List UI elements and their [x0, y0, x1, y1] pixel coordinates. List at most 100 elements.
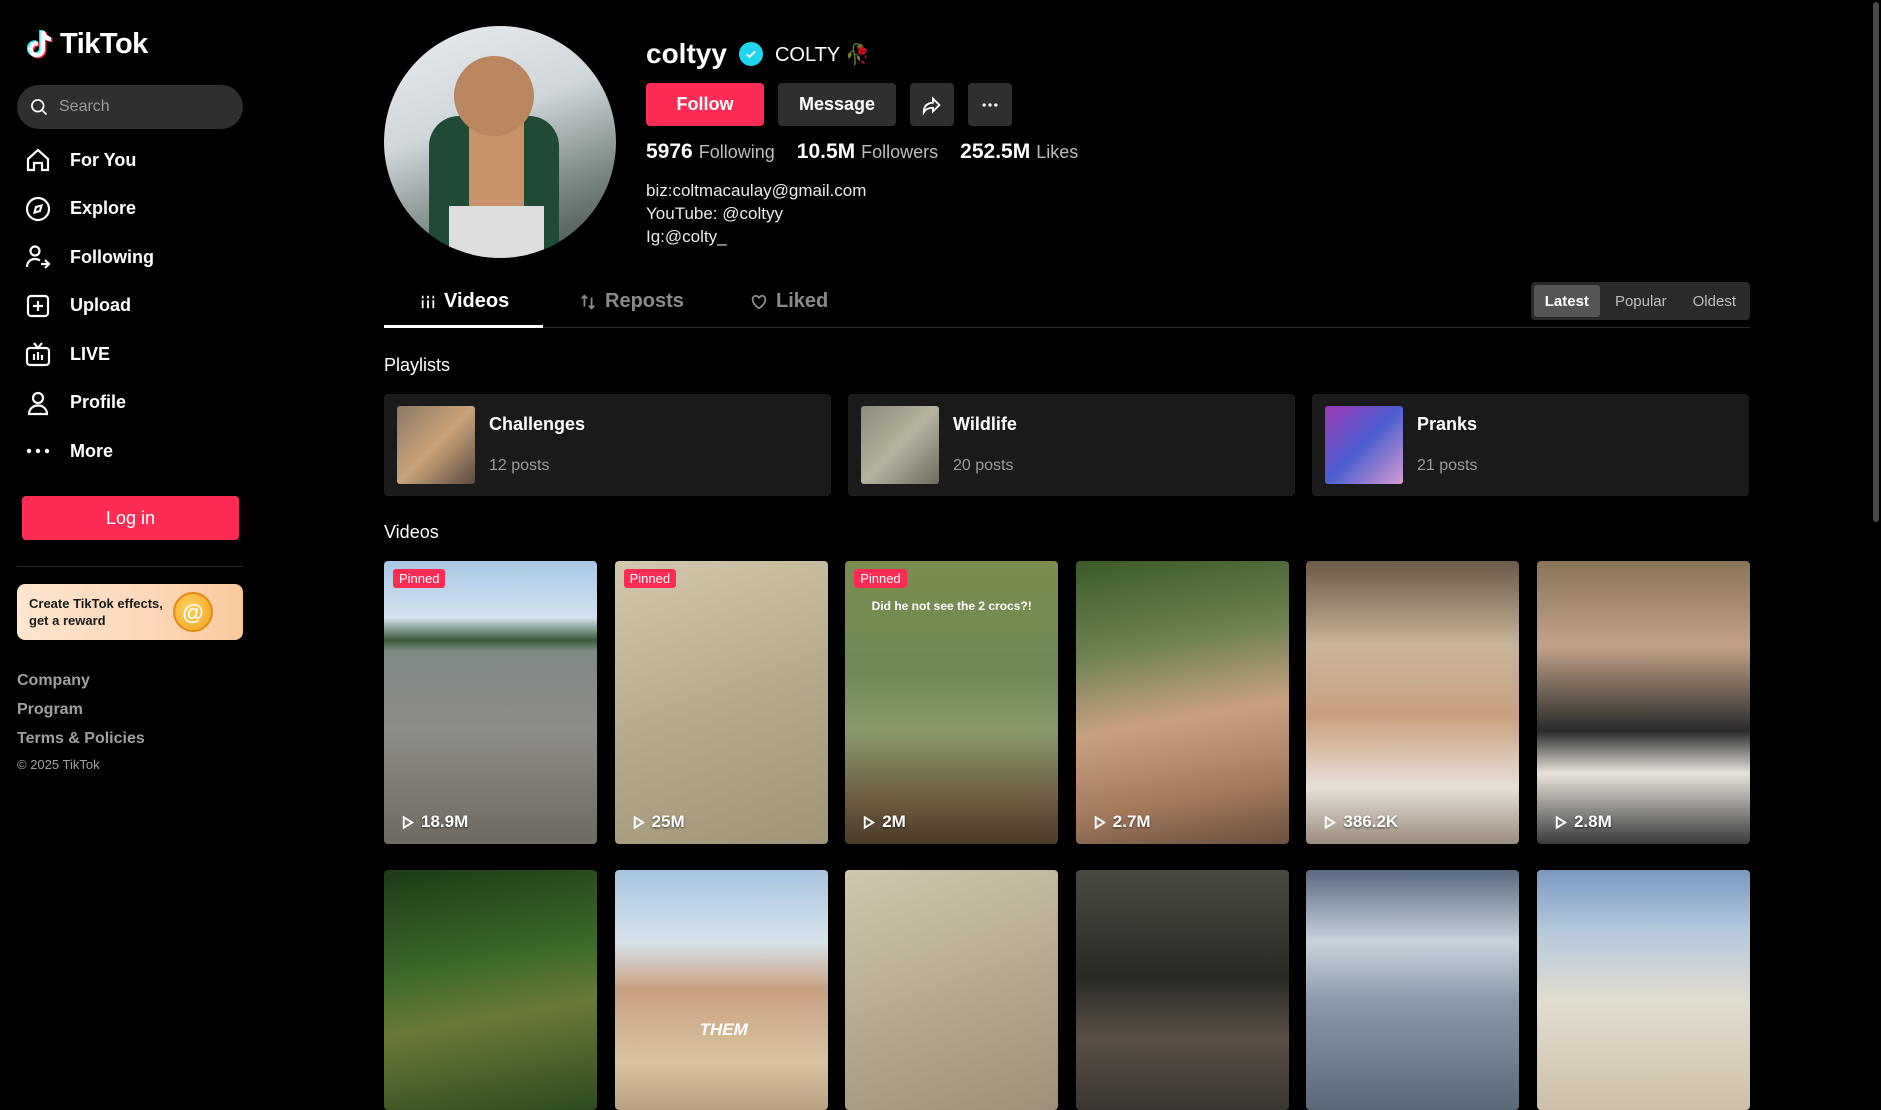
search-placeholder: Search: [59, 98, 110, 115]
tab-videos[interactable]: Videos: [420, 290, 509, 313]
nav-label: Following: [70, 246, 154, 267]
more-options-button[interactable]: [968, 83, 1012, 126]
video-card[interactable]: [1306, 870, 1520, 1110]
videos-heading: Videos: [384, 522, 439, 542]
search-icon: [31, 99, 48, 116]
playlists-heading: Playlists: [384, 355, 451, 375]
playlist-thumbnail: [861, 406, 939, 484]
sort-popular[interactable]: Popular: [1604, 285, 1678, 317]
nav-item-more[interactable]: More: [24, 439, 154, 463]
live-icon: [25, 342, 51, 367]
video-card[interactable]: [1075, 870, 1289, 1110]
nav-item-for-you[interactable]: For You: [24, 148, 154, 172]
main-nav: For You Explore Following Upload LIVE Pr…: [24, 148, 154, 488]
video-card[interactable]: 2.8M: [1536, 561, 1750, 844]
compass-icon: [25, 196, 51, 221]
bio-line: Ig:@colty_: [646, 227, 727, 246]
view-count: 2.7M: [1092, 812, 1151, 832]
grid-icon: [421, 295, 435, 308]
more-icon: [26, 448, 50, 454]
nav-item-following[interactable]: Following: [24, 245, 154, 269]
sort-latest[interactable]: Latest: [1533, 285, 1600, 317]
effects-promo-banner[interactable]: Create TikTok effects, get a reward @: [17, 584, 243, 640]
bio-line: YouTube: @coltyy: [646, 204, 783, 223]
likes-stat: 252.5M Likes: [960, 140, 1078, 164]
promo-text: Create TikTok effects, get a reward: [29, 596, 163, 628]
tiktok-logo[interactable]: TikTok: [26, 28, 148, 61]
scrollbar-thumb[interactable]: [1873, 2, 1879, 522]
video-card[interactable]: [1536, 870, 1750, 1110]
playlist-count: 21 posts: [1417, 457, 1478, 474]
profile-icon: [27, 391, 49, 415]
nav-item-explore[interactable]: Explore: [24, 196, 154, 221]
video-card[interactable]: 386.2K: [1306, 561, 1520, 844]
sort-toggle: Latest Popular Oldest: [1530, 282, 1750, 320]
playlist-name: Pranks: [1417, 414, 1478, 434]
nav-label: LIVE: [70, 343, 111, 364]
followers-stat[interactable]: 10.5M Followers: [797, 140, 938, 164]
footer-terms-link[interactable]: Terms & Policies: [17, 730, 145, 748]
pinned-badge: Pinned: [393, 569, 446, 588]
page-scrollbar[interactable]: [1871, 0, 1881, 1080]
search-input[interactable]: Search: [17, 85, 243, 129]
login-button[interactable]: Log in: [22, 496, 239, 540]
profile-tabs: Videos Reposts Liked Latest Popular Olde…: [384, 282, 1750, 328]
tiktok-note-icon: [26, 29, 53, 58]
tab-reposts[interactable]: Reposts: [579, 290, 684, 313]
nav-label: Profile: [70, 392, 127, 412]
following-stat[interactable]: 5976 Following: [646, 140, 775, 164]
tab-label: Liked: [776, 290, 829, 312]
view-count: 25M: [631, 812, 685, 832]
video-card[interactable]: 2.7M: [1075, 561, 1289, 844]
playlist-name: Challenges: [489, 414, 586, 434]
playlists-row: Challenges 12 posts Wildlife 20 posts Pr…: [384, 394, 1749, 496]
video-card[interactable]: Pinned 25M: [614, 561, 828, 844]
upload-icon: [26, 294, 50, 317]
footer-company-link[interactable]: Company: [17, 672, 145, 690]
nav-item-upload[interactable]: Upload: [24, 294, 154, 318]
verified-badge-icon: [738, 42, 763, 66]
playlist-card[interactable]: Pranks 21 posts: [1312, 394, 1749, 496]
nav-label: Upload: [70, 295, 131, 315]
nav-item-profile[interactable]: Profile: [24, 391, 154, 415]
video-card[interactable]: [845, 870, 1059, 1110]
message-button[interactable]: Message: [778, 83, 896, 126]
sidebar: TikTok Search For You Explore Following …: [0, 0, 260, 1080]
play-icon: [1555, 815, 1567, 829]
video-card[interactable]: [384, 870, 597, 1110]
play-icon: [1325, 815, 1337, 829]
playlist-name: Wildlife: [953, 414, 1017, 434]
nav-label: More: [70, 440, 114, 461]
video-card[interactable]: THEM: [614, 870, 828, 1110]
active-tab-indicator: [384, 325, 543, 328]
copyright: © 2025 TikTok: [17, 757, 100, 772]
share-button[interactable]: [910, 83, 954, 126]
pinned-badge: Pinned: [623, 569, 677, 588]
profile-actions: Follow Message: [646, 83, 1012, 126]
video-card[interactable]: Pinned 18.9M: [384, 561, 597, 844]
nav-item-live[interactable]: LIVE: [24, 342, 154, 367]
sort-oldest[interactable]: Oldest: [1682, 285, 1747, 317]
video-card[interactable]: Pinned Did he not see the 2 crocs?! 2M: [845, 561, 1059, 844]
view-count: 386.2K: [1322, 812, 1398, 832]
playlist-card[interactable]: Challenges 12 posts: [384, 394, 831, 496]
follow-button[interactable]: Follow: [646, 83, 764, 126]
avatar[interactable]: [384, 26, 616, 258]
bio: biz:coltmacaulay@gmail.com YouTube: @col…: [646, 179, 866, 248]
view-count: 2M: [861, 812, 906, 832]
nav-label: Explore: [70, 198, 137, 218]
video-caption: Did he not see the 2 crocs?!: [871, 599, 1032, 613]
likes-count: 252.5M: [960, 140, 1031, 163]
share-icon: [922, 95, 941, 116]
tab-liked[interactable]: Liked: [750, 290, 828, 313]
home-icon: [26, 148, 50, 172]
following-count: 5976: [646, 140, 693, 163]
followers-count: 10.5M: [796, 140, 856, 163]
video-overlay-text: THEM: [699, 1020, 748, 1039]
playlist-card[interactable]: Wildlife 20 posts: [848, 394, 1295, 496]
view-count: 2.8M: [1553, 812, 1612, 832]
play-icon: [402, 815, 414, 829]
footer-program-link[interactable]: Program: [17, 701, 145, 719]
heart-lock-icon: [751, 294, 767, 309]
profile-name-row: coltyy COLTY 🥀: [646, 38, 870, 70]
